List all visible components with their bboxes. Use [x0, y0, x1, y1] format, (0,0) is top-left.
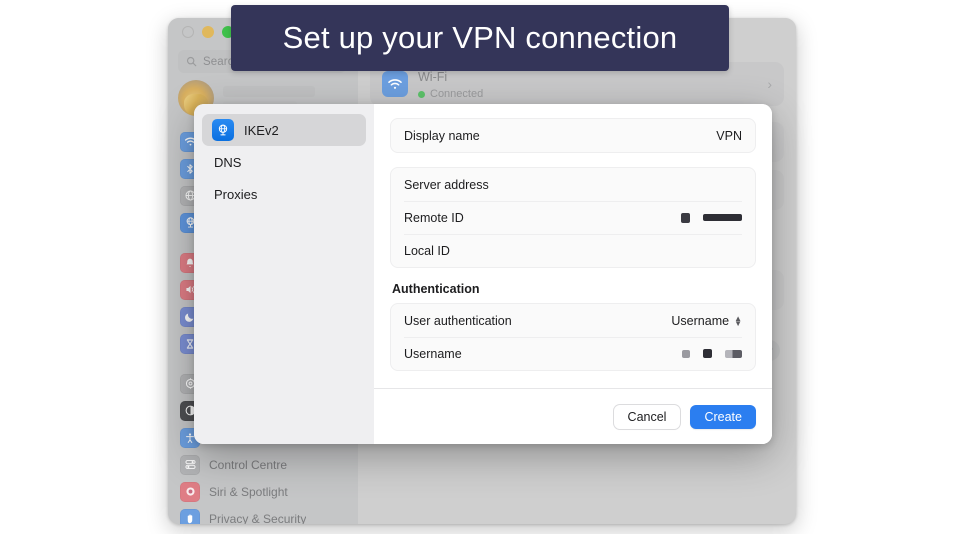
- window-traffic-lights: [182, 26, 234, 38]
- dialog-form: Display name VPN Server address Remote I…: [374, 104, 772, 388]
- server-group: Server address Remote ID Local ID: [390, 167, 756, 268]
- create-button[interactable]: Create: [690, 404, 756, 429]
- sidebar-item-control-centre[interactable]: Control Centre: [168, 451, 358, 478]
- dialog-footer: Cancel Create: [374, 388, 772, 444]
- search-icon: [186, 56, 197, 67]
- wifi-title: Wi-Fi: [418, 70, 448, 84]
- siri-icon: [180, 481, 200, 502]
- sidebar-item-siri-spotlight[interactable]: Siri & Spotlight: [168, 478, 358, 505]
- redaction-block: [682, 349, 690, 358]
- authentication-group: User authentication Username ▲ ▼ Username: [390, 303, 756, 371]
- user-authentication-row[interactable]: User authentication Username ▲ ▼: [391, 304, 755, 337]
- dialog-tab-label: IKEv2: [244, 122, 279, 138]
- redaction-block: [703, 349, 712, 358]
- dialog-main: Display name VPN Server address Remote I…: [374, 104, 772, 444]
- dialog-tab-label: DNS: [214, 154, 242, 170]
- account-name: [223, 86, 315, 97]
- status-dot: [418, 90, 425, 98]
- wifi-texts: Wi-Fi Connected: [418, 68, 757, 100]
- cancel-button[interactable]: Cancel: [613, 404, 681, 429]
- close-window-button[interactable]: [182, 26, 194, 38]
- sidebar-item-label: Control Centre: [209, 457, 288, 472]
- local-id-row[interactable]: Local ID: [391, 234, 755, 267]
- remote-id-redaction: [681, 212, 742, 223]
- chevron-updown-icon[interactable]: ▲ ▼: [734, 314, 742, 327]
- wifi-icon: [382, 71, 408, 97]
- server-address-label: Server address: [404, 177, 489, 192]
- dialog-tab-ikev2[interactable]: IKEv2: [202, 114, 366, 146]
- wifi-status-label: Connected: [430, 88, 484, 100]
- display-name-label: Display name: [404, 128, 480, 143]
- privacy-hand-icon: [180, 508, 200, 524]
- identity-group: Display name VPN: [390, 118, 756, 153]
- redaction-block: [725, 349, 742, 358]
- remote-id-label: Remote ID: [404, 210, 464, 225]
- username-row[interactable]: Username: [391, 337, 755, 370]
- screenshot-root: Search Wi-Fi: [0, 0, 960, 534]
- sidebar-item-label: Privacy & Security: [209, 511, 307, 525]
- remote-id-row[interactable]: Remote ID: [391, 201, 755, 234]
- username-label: Username: [404, 346, 462, 361]
- username-redaction: [682, 349, 742, 358]
- dialog-tab-proxies[interactable]: Proxies: [202, 178, 366, 210]
- wifi-status: Connected: [418, 88, 757, 100]
- dialog-sidebar: IKEv2 DNS Proxies: [194, 104, 374, 444]
- instruction-banner: Set up your VPN connection: [231, 5, 729, 71]
- display-name-row[interactable]: Display name VPN: [391, 119, 755, 152]
- minimize-window-button[interactable]: [202, 26, 214, 38]
- chevron-right-icon: ›: [767, 76, 772, 92]
- user-authentication-value[interactable]: Username: [671, 314, 729, 328]
- authentication-heading: Authentication: [392, 282, 480, 296]
- vpn-setup-dialog: IKEv2 DNS Proxies Display name VPN Serve…: [194, 104, 772, 444]
- display-name-value[interactable]: VPN: [716, 129, 742, 143]
- local-id-label: Local ID: [404, 243, 450, 258]
- user-authentication-label: User authentication: [404, 313, 512, 328]
- sidebar-item-label: Siri & Spotlight: [209, 484, 288, 499]
- redaction-block: [681, 212, 690, 223]
- instruction-banner-text: Set up your VPN connection: [282, 20, 678, 55]
- control-centre-icon: [180, 454, 200, 475]
- sidebar-item-privacy-security[interactable]: Privacy & Security: [168, 505, 358, 524]
- dialog-tab-label: Proxies: [214, 186, 258, 202]
- dialog-tab-dns[interactable]: DNS: [202, 146, 366, 178]
- redaction-block: [703, 214, 742, 221]
- server-address-row[interactable]: Server address: [391, 168, 755, 201]
- vpn-globe-icon: [212, 119, 234, 141]
